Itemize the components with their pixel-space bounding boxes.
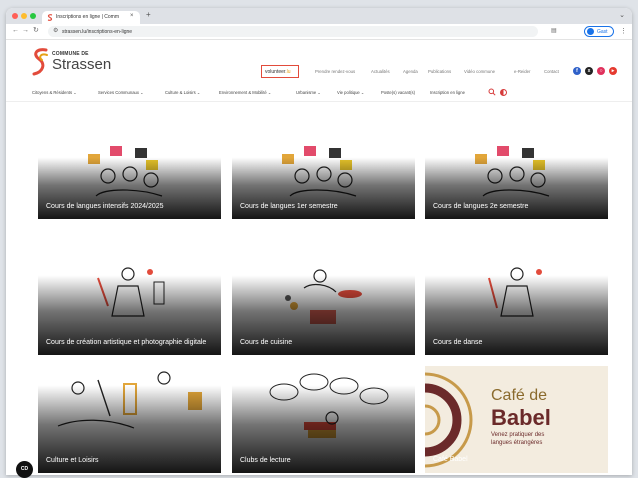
forward-arrow-icon[interactable]: → xyxy=(22,27,29,35)
top-link-agenda[interactable]: Agenda xyxy=(403,69,418,74)
card-title: Clubs de lecture xyxy=(240,456,291,464)
address-bar[interactable]: ⚙ strassen.lu/inscriptions-en-ligne xyxy=(48,26,538,37)
cafe-subtitle-line2: langues étrangères xyxy=(491,440,543,446)
strassen-logo-icon[interactable] xyxy=(31,47,49,77)
tab-strip: Inscriptions en ligne | Comm × + ⌄ xyxy=(6,8,632,24)
top-link-publications[interactable]: Publications xyxy=(428,69,451,74)
translate-icon[interactable]: ▤ xyxy=(551,27,557,34)
back-arrow-icon[interactable]: ← xyxy=(12,27,19,35)
badge-label: CD xyxy=(20,466,29,472)
youtube-icon[interactable]: ▸ xyxy=(609,67,617,75)
search-icon[interactable] xyxy=(488,88,496,96)
tab-close-icon[interactable]: × xyxy=(130,13,134,19)
reload-icon[interactable]: ↻ xyxy=(33,27,39,35)
cafe-title-line2: Babel xyxy=(491,405,551,430)
main-navigation: Citoyens & Résidents ⌄ Services Communau… xyxy=(6,87,632,100)
site-info-icon[interactable]: ⚙ xyxy=(53,28,58,35)
close-window-button[interactable] xyxy=(12,13,18,19)
tab-search-chevron-icon[interactable]: ⌄ xyxy=(619,11,625,19)
minimize-window-button[interactable] xyxy=(21,13,27,19)
nav-item-urbanisme[interactable]: Urbanisme ⌄ xyxy=(296,90,321,95)
nav-item-citoyens[interactable]: Citoyens & Résidents ⌄ xyxy=(32,90,77,95)
site-header: COMMUNE DE Strassen volunteer.lu Prendre… xyxy=(6,41,632,87)
facebook-icon[interactable]: f xyxy=(573,67,581,75)
volunteer-logo-text: volunteer.lu xyxy=(265,69,291,75)
cafe-subtitle-line1: Venez pratiquer des xyxy=(491,432,545,438)
card-title: Cours de cuisine xyxy=(240,338,293,346)
nav-item-services[interactable]: Services Communaux ⌄ xyxy=(98,90,144,95)
card-title: Cours de langues intensifs 2024/2025 xyxy=(46,202,164,210)
instagram-icon[interactable]: ○ xyxy=(597,67,605,75)
browser-toolbar: ← → ↻ ⚙ strassen.lu/inscriptions-en-lign… xyxy=(6,24,632,40)
card-title: Culture et Loisirs xyxy=(46,456,99,464)
card-clubs-lecture[interactable]: Clubs de lecture xyxy=(232,366,415,473)
browser-menu-icon[interactable]: ⋮ xyxy=(620,27,627,35)
contrast-toggle-icon[interactable] xyxy=(500,89,507,96)
card-title: Café Babel xyxy=(433,456,468,463)
profile-button[interactable]: Gast xyxy=(584,26,614,37)
top-link-e-reider[interactable]: e-Reider xyxy=(514,69,530,74)
browser-tab[interactable]: Inscriptions en ligne | Comm × xyxy=(42,11,140,24)
card-danse[interactable]: Cours de danse xyxy=(425,258,608,355)
nav-item-culture[interactable]: Culture & Loisirs ⌄ xyxy=(165,90,200,95)
profile-label: Gast xyxy=(597,29,608,35)
logo-title[interactable]: Strassen xyxy=(52,57,111,72)
volunteer-suffix: .lu xyxy=(285,69,291,75)
card-langues-1er-semestre[interactable]: Cours de langues 1er semestre xyxy=(232,144,415,219)
card-langues-intensifs[interactable]: Cours de langues intensifs 2024/2025 xyxy=(38,144,221,219)
card-creation-artistique[interactable]: Cours de création artistique et photogra… xyxy=(38,258,221,355)
card-title: Cours de langues 2e semestre xyxy=(433,202,529,210)
nav-item-vie-politique[interactable]: Vie politique ⌄ xyxy=(337,90,364,95)
tab-title: Inscriptions en ligne | Comm xyxy=(56,14,119,20)
header-divider xyxy=(6,101,632,102)
card-langues-2e-semestre[interactable]: Cours de langues 2e semestre xyxy=(425,144,608,219)
top-link-contact[interactable]: Contact xyxy=(544,69,559,74)
card-title: Cours de langues 1er semestre xyxy=(240,202,338,210)
nav-item-inscription[interactable]: Inscription en ligne xyxy=(430,90,465,95)
x-twitter-icon[interactable]: x xyxy=(585,67,593,75)
maximize-window-button[interactable] xyxy=(30,13,36,19)
nav-item-environnement[interactable]: Environnement & Mobilité ⌄ xyxy=(219,90,271,95)
volunteer-main: volunteer xyxy=(265,69,286,75)
browser-window: Inscriptions en ligne | Comm × + ⌄ ← → ↻… xyxy=(6,8,632,475)
volunteer-link[interactable]: volunteer.lu xyxy=(261,65,299,78)
cafe-title-line1: Café de xyxy=(491,387,548,404)
card-title: Cours de danse xyxy=(433,338,483,346)
card-cafe-babel[interactable]: Café de Babel Venez pratiquer des langue… xyxy=(425,366,608,473)
nav-item-postes[interactable]: Poste(s) vacant(s) xyxy=(381,90,415,95)
top-link-video[interactable]: Vidéo commune xyxy=(464,69,495,74)
top-link-rendez-vous[interactable]: Prendre rendez-vous xyxy=(315,69,355,74)
card-culture-loisirs[interactable]: Culture et Loisirs xyxy=(38,366,221,473)
card-cuisine[interactable]: Cours de cuisine xyxy=(232,258,415,355)
profile-avatar-icon xyxy=(587,28,594,35)
floating-badge-button[interactable]: CD xyxy=(16,461,33,478)
top-link-actualites[interactable]: Actualités xyxy=(371,69,390,74)
card-title: Cours de création artistique et photogra… xyxy=(46,338,207,346)
strassen-favicon-icon xyxy=(47,14,53,21)
url-text[interactable]: strassen.lu/inscriptions-en-ligne xyxy=(62,29,132,35)
new-tab-icon[interactable]: + xyxy=(146,11,151,19)
